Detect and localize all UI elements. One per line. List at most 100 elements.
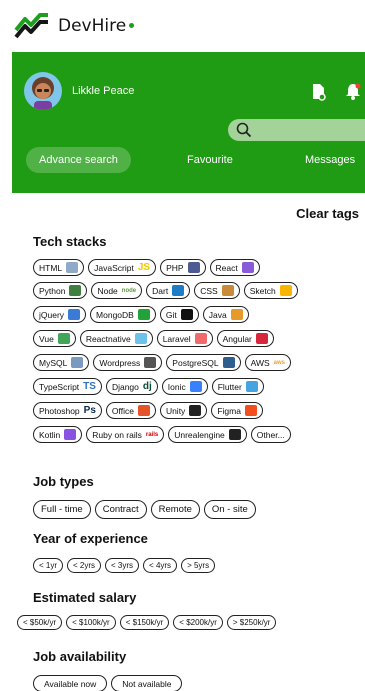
tech-row: Kotlin Ruby on rails rails Unrealengine Othe… (33, 426, 291, 443)
mysql-logo-icon (71, 357, 84, 368)
tech-chip-sketch[interactable]: Sketch (243, 282, 298, 299)
tech-chip-figma[interactable]: Figma (211, 402, 263, 419)
profile-header: Likkle Peace Advance search Favourite Me… (12, 52, 365, 193)
tech-chip-label: Angular (222, 333, 252, 344)
tech-chip-label: Kotlin (39, 429, 61, 440)
tech-chip-aws[interactable]: AWS aws (244, 354, 291, 371)
tech-row: Python Node node Dart CSS Sketch (33, 282, 298, 299)
github-logo-icon (180, 309, 193, 320)
tech-chip-css[interactable]: CSS (194, 282, 240, 299)
salary-chip-100k-yr[interactable]: < $100k/yr (66, 615, 116, 630)
tech-chip-java[interactable]: Java (202, 306, 249, 323)
java-cup-icon (230, 309, 243, 320)
postgresql-logo-icon (222, 357, 235, 368)
devhire-logo-icon (14, 13, 48, 39)
php-logo-icon (187, 262, 200, 273)
tech-chip-label: Dart (152, 285, 169, 296)
tech-chip-ionic[interactable]: Ionic (161, 378, 208, 395)
tech-row: HTML JavaScript JS PHP React (33, 259, 260, 276)
tech-chip-mysql[interactable]: MySQL (33, 354, 90, 371)
tech-chip-vue[interactable]: Vue (33, 330, 76, 347)
experience-chip-4yrs[interactable]: < 4yrs (143, 558, 178, 573)
tech-chip-kotlin[interactable]: Kotlin (33, 426, 83, 443)
tech-chip-label: Ruby on rails (92, 429, 142, 440)
tech-chip-angular[interactable]: Angular (216, 330, 274, 347)
angular-logo-icon (255, 333, 268, 344)
tech-chip-dart[interactable]: Dart (146, 282, 191, 299)
tab-advance-search[interactable]: Advance search (26, 147, 131, 173)
tech-chip-mongodb[interactable]: MongoDB (90, 306, 156, 323)
tech-chip-label: HTML (39, 262, 63, 273)
tech-chip-label: MongoDB (96, 309, 134, 320)
tech-chip-laravel[interactable]: Laravel (156, 330, 213, 347)
tech-chip-wordpress[interactable]: Wordpress (93, 354, 163, 371)
tech-chip-label: PHP (166, 262, 184, 273)
clear-tags-button[interactable]: Clear tags (296, 206, 359, 221)
job-type-chip-contract[interactable]: Contract (94, 500, 147, 519)
experience-chip-1yr[interactable]: < 1yr (33, 558, 64, 573)
document-icon[interactable] (310, 83, 326, 106)
tech-chip-label: Java (208, 309, 227, 320)
tech-chip-photoshop[interactable]: Photoshop Ps (33, 402, 102, 419)
brand-dot (129, 22, 135, 28)
vue-logo-icon (57, 333, 70, 344)
salary-chip-200k-yr[interactable]: < $200k/yr (173, 615, 223, 630)
avatar[interactable] (24, 72, 62, 110)
tech-chip-jquery[interactable]: jQuery (33, 306, 87, 323)
wordpress-logo-icon (144, 357, 157, 368)
salary-chip-50k-yr[interactable]: < $50k/yr (17, 615, 63, 630)
tech-chip-label: MySQL (39, 357, 68, 368)
tech-chip-django[interactable]: Django dj (105, 378, 158, 395)
sketch-logo-icon (279, 285, 292, 296)
tech-chip-php[interactable]: PHP (160, 259, 206, 276)
salary-chip-250k-yr[interactable]: > $250k/yr (226, 615, 277, 630)
tech-chip-label: Unrealengine (174, 429, 225, 440)
figma-logo-icon (244, 405, 257, 416)
tech-chip-flutter[interactable]: Flutter (211, 378, 264, 395)
tech-chip-unity[interactable]: Unity (159, 402, 208, 419)
tech-chip-node[interactable]: Node node (91, 282, 143, 299)
experience-chip-3yrs[interactable]: < 3yrs (105, 558, 140, 573)
availability-chip-not-available[interactable]: Not available (111, 675, 183, 691)
tech-chip-label: Ionic (167, 381, 186, 392)
laravel-logo-icon (194, 333, 207, 344)
tab-favourite[interactable]: Favourite (187, 154, 233, 166)
jquery-logo-icon (68, 309, 81, 320)
availability-title: Job availability (33, 649, 127, 664)
tech-chip-office[interactable]: Office (105, 402, 156, 419)
tech-chip-react[interactable]: React (209, 259, 260, 276)
react-logo-icon (241, 262, 254, 273)
job-type-chip-remote[interactable]: Remote (150, 500, 200, 519)
tech-chip-typescript[interactable]: TypeScript TS (33, 378, 102, 395)
tech-chip-ruby-on-rails[interactable]: Ruby on rails rails (86, 426, 165, 443)
unreal-engine-logo-icon (228, 429, 241, 440)
search-input[interactable] (228, 119, 365, 141)
tech-chip-git[interactable]: Git (159, 306, 199, 323)
availability-chip-available-now[interactable]: Available now (33, 675, 108, 691)
tech-chip-postgresql[interactable]: PostgreSQL (166, 354, 241, 371)
experience-title: Year of experience (33, 531, 148, 546)
experience-chip-2yrs[interactable]: < 2yrs (67, 558, 102, 573)
job-type-chip-on-site[interactable]: On - site (203, 500, 256, 519)
brand-name: DevHire (58, 16, 127, 36)
tech-chip-javascript[interactable]: JavaScript JS (88, 259, 157, 276)
tech-chip-other[interactable]: Other... (250, 426, 291, 443)
job-type-chip-full-time[interactable]: Full - time (33, 500, 91, 519)
experience-chip-5yrs[interactable]: > 5yrs (181, 558, 216, 573)
tab-messages[interactable]: Messages (305, 154, 355, 166)
experience-row: < 1yr < 2yrs < 3yrs < 4yrs > 5yrs (33, 558, 216, 573)
tech-chip-label: Wordpress (99, 357, 141, 368)
tech-chip-reactnative[interactable]: Reactnative (79, 330, 153, 347)
salary-chip-150k-yr[interactable]: < $150k/yr (119, 615, 170, 630)
unity-logo-icon (189, 405, 202, 416)
dart-logo-icon (172, 285, 185, 296)
user-name: Likkle Peace (72, 85, 135, 97)
tech-chip-label: Node (97, 285, 118, 296)
tech-chip-python[interactable]: Python (33, 282, 88, 299)
tech-chip-label: Django (111, 381, 139, 392)
tech-chip-unrealengine[interactable]: Unrealengine (168, 426, 247, 443)
brand-logo[interactable]: DevHire (14, 6, 135, 44)
tech-chip-html[interactable]: HTML (33, 259, 85, 276)
bell-icon[interactable] (345, 83, 361, 105)
tech-chip-label: PostgreSQL (172, 357, 219, 368)
